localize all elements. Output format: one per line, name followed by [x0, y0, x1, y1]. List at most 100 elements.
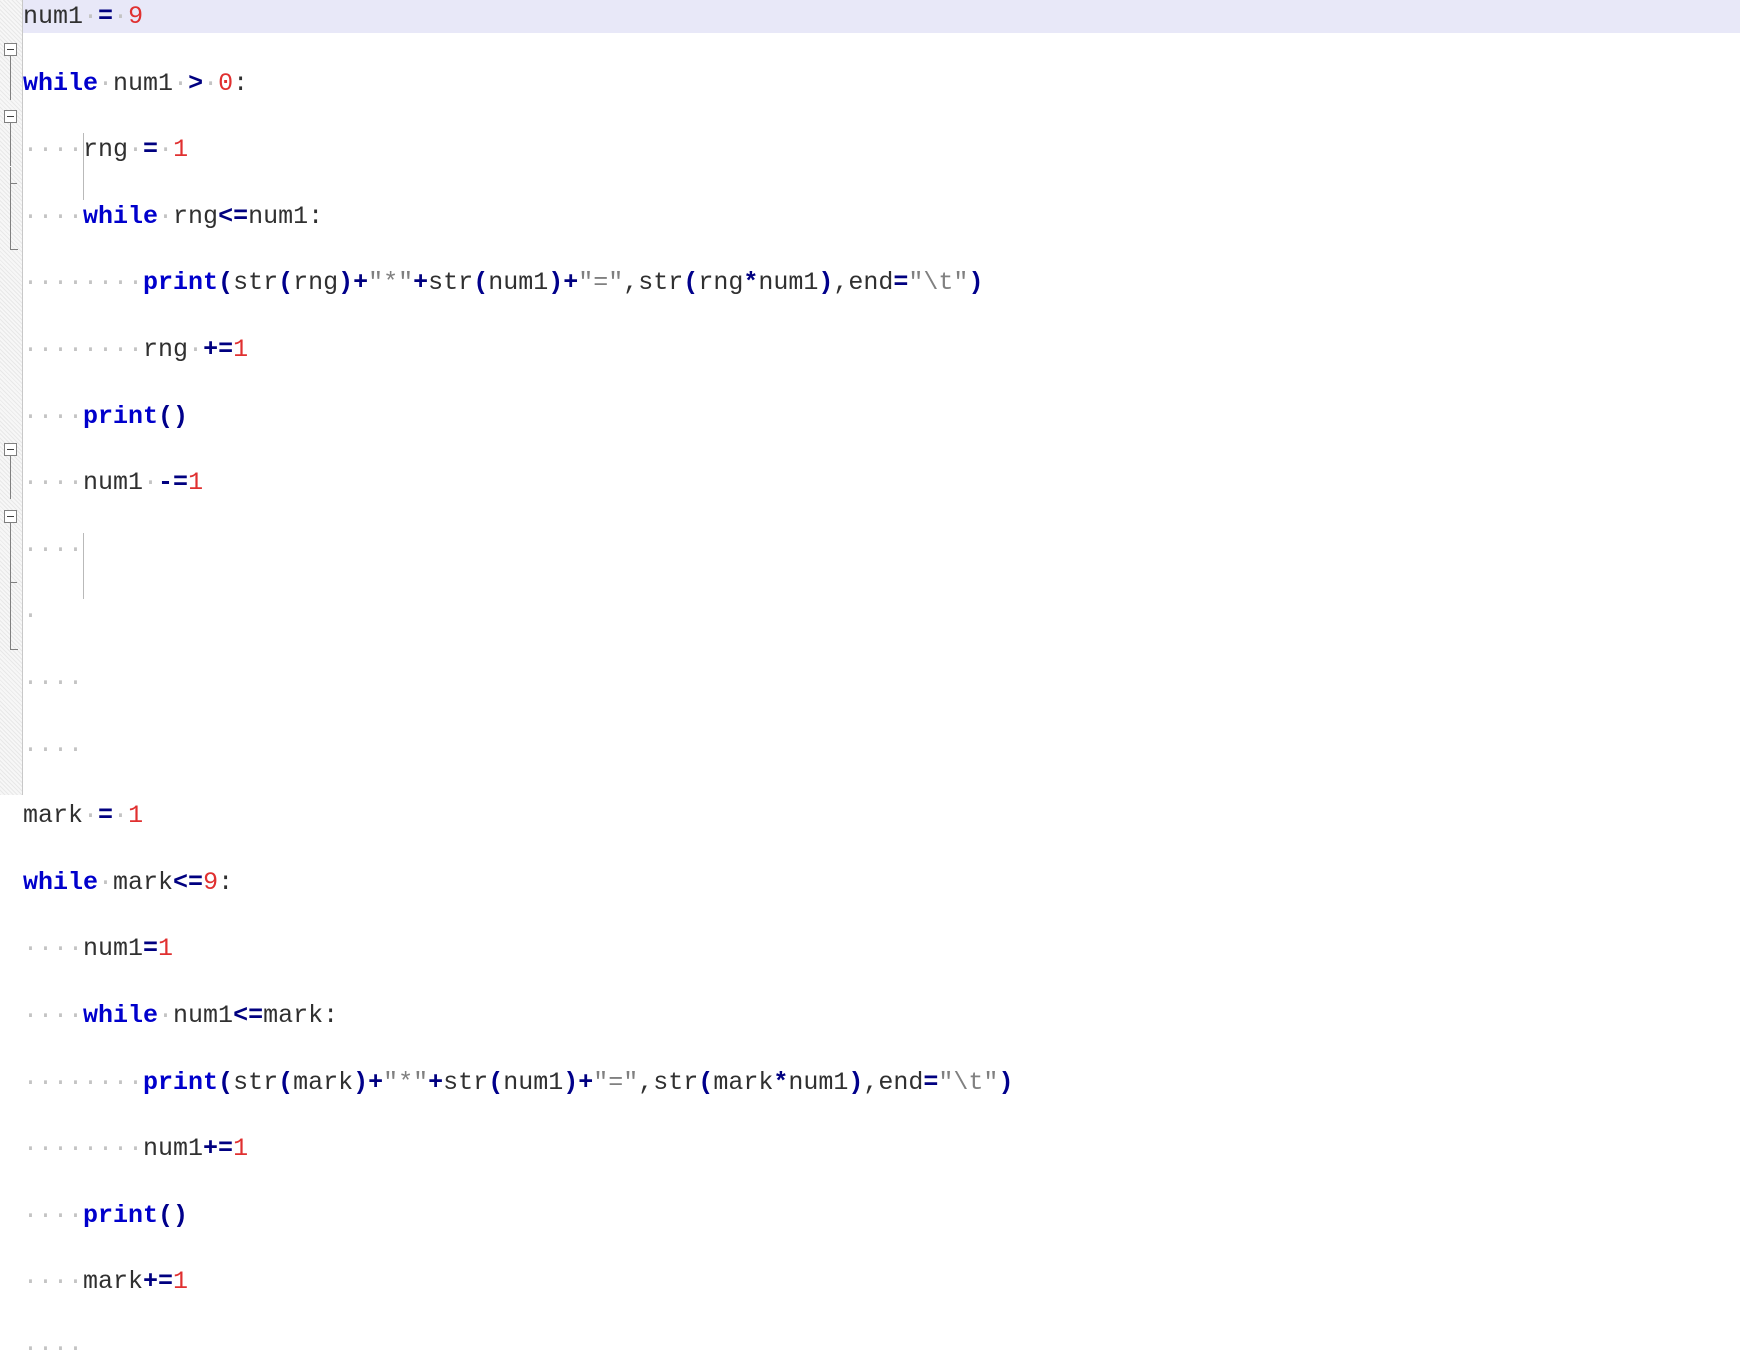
code-line[interactable]: ···· [23, 666, 1740, 699]
code-token: num1 [143, 1134, 204, 1164]
fold-collapse-icon[interactable] [4, 43, 17, 57]
code-token: · [98, 68, 114, 98]
fold-guide-line [10, 66, 11, 100]
code-line-content: ···· [23, 733, 83, 766]
fold-gutter[interactable] [0, 0, 23, 795]
code-token: str [638, 268, 684, 298]
code-line[interactable]: ········print(str(mark)+"*"+str(num1)+"=… [23, 1066, 1740, 1099]
code-line[interactable]: ····print() [23, 400, 1740, 433]
whitespace-dots: ········ [23, 1134, 144, 1164]
code-line[interactable]: · [23, 599, 1740, 632]
fold-guide-line [10, 599, 11, 633]
code-token: ) [563, 1067, 579, 1097]
code-token: + [368, 1067, 384, 1097]
code-token: mark [83, 1267, 144, 1297]
code-editor[interactable]: num1·=·9 while·num1·>·0: ····rng·=·1 ····wh… [0, 0, 1740, 1363]
code-token: 1 [173, 1267, 189, 1297]
fold-guide-line [10, 122, 11, 134]
code-token: mark [293, 1067, 354, 1097]
code-token: <= [233, 1000, 264, 1030]
code-token: mark [23, 801, 84, 831]
code-line[interactable]: ········num1+=1 [23, 1132, 1740, 1165]
code-token: ( [278, 1067, 294, 1097]
code-line[interactable]: ····num1=1 [23, 932, 1740, 965]
code-line[interactable]: ···· [23, 1332, 1740, 1365]
code-line-content: · [23, 599, 38, 632]
code-token: : [218, 867, 234, 897]
code-token: ( [278, 268, 294, 298]
code-text-area[interactable]: num1·=·9 while·num1·>·0: ····rng·=·1 ····wh… [23, 0, 1740, 1363]
code-token: num1 [788, 1067, 849, 1097]
code-token: 1 [188, 468, 204, 498]
whitespace-dots: ···· [23, 734, 84, 764]
code-token: · [203, 68, 219, 98]
code-token: num1 [503, 1067, 564, 1097]
code-line-content: ····while·rng<=num1: [23, 200, 323, 233]
code-token: = [923, 1067, 939, 1097]
code-line-content: num1·=·9 [23, 0, 143, 33]
code-token: += [203, 334, 234, 364]
fold-gutter-markers[interactable] [0, 0, 23, 795]
code-line[interactable]: ········rng·+=1 [23, 333, 1740, 366]
code-token: ) [818, 268, 834, 298]
code-line[interactable]: num1·=·9 [23, 0, 1740, 34]
fold-branch-tick [10, 582, 17, 584]
code-line[interactable]: ····mark+=1 [23, 1265, 1740, 1298]
code-line[interactable]: ····num1·-=1 [23, 466, 1740, 499]
code-line[interactable]: ···· [23, 733, 1740, 766]
fold-collapse-icon[interactable] [4, 109, 17, 123]
code-token: ) [968, 268, 984, 298]
code-token: = [98, 2, 114, 31]
code-line-content: ········num1+=1 [23, 1132, 248, 1165]
code-line-content: while·num1·>·0: [23, 67, 248, 100]
code-line-content: ····rng·=·1 [23, 133, 188, 166]
code-token: rng [83, 135, 129, 165]
fold-guide-line [10, 199, 11, 234]
whitespace-dots: · [23, 601, 39, 631]
code-line[interactable]: ····rng·=·1 [23, 133, 1740, 166]
code-token: print [143, 268, 219, 298]
code-token: num1 [173, 1000, 234, 1030]
code-line[interactable]: while·mark<=9: [23, 866, 1740, 899]
code-token: : [308, 201, 324, 231]
code-line-content: ····while·num1<=mark: [23, 999, 338, 1032]
whitespace-dots: ········ [23, 334, 144, 364]
code-line[interactable]: ········print(str(rng)+"*"+str(num1)+"="… [23, 266, 1740, 299]
fold-guide-line [10, 455, 11, 467]
whitespace-dots: ········ [23, 1067, 144, 1097]
code-token: · [113, 801, 129, 831]
whitespace-dots: ········ [23, 268, 144, 298]
fold-collapse-icon[interactable] [4, 509, 17, 523]
code-token: + [563, 268, 579, 298]
code-token: = [143, 934, 159, 964]
indent-guide [83, 532, 85, 600]
fold-collapse-icon[interactable] [4, 442, 17, 456]
code-token: 1 [233, 1134, 249, 1164]
code-line-content: ········print(str(mark)+"*"+str(num1)+"=… [23, 1066, 1013, 1099]
fold-guide-line [10, 56, 11, 67]
code-line-content: ···· [23, 666, 83, 699]
code-token: str [233, 268, 279, 298]
code-line-content: ···· [23, 1332, 83, 1365]
code-token: + [413, 268, 429, 298]
code-token: num1 [23, 2, 84, 31]
code-token: ) [338, 268, 354, 298]
code-line[interactable]: while·num1·>·0: [23, 67, 1740, 100]
code-line[interactable]: ···· [23, 533, 1740, 566]
code-line[interactable]: ····while·num1<=mark: [23, 999, 1740, 1032]
code-token: ( [473, 268, 489, 298]
code-token: while [23, 867, 99, 897]
code-line[interactable]: mark·=·1 [23, 799, 1740, 832]
code-token: ) [548, 268, 564, 298]
code-line[interactable]: ····print() [23, 1199, 1740, 1232]
fold-guide-line [10, 133, 11, 167]
code-token: rng [293, 268, 339, 298]
code-token: · [83, 801, 99, 831]
code-line-content: ····mark+=1 [23, 1265, 188, 1298]
code-token: ( [488, 1067, 504, 1097]
code-line-content: ····num1·-=1 [23, 466, 203, 499]
code-line-content: ········print(str(rng)+"*"+str(num1)+"="… [23, 266, 983, 299]
indent-guide [83, 133, 85, 200]
code-token: * [743, 268, 759, 298]
code-line[interactable]: ····while·rng<=num1: [23, 200, 1740, 233]
